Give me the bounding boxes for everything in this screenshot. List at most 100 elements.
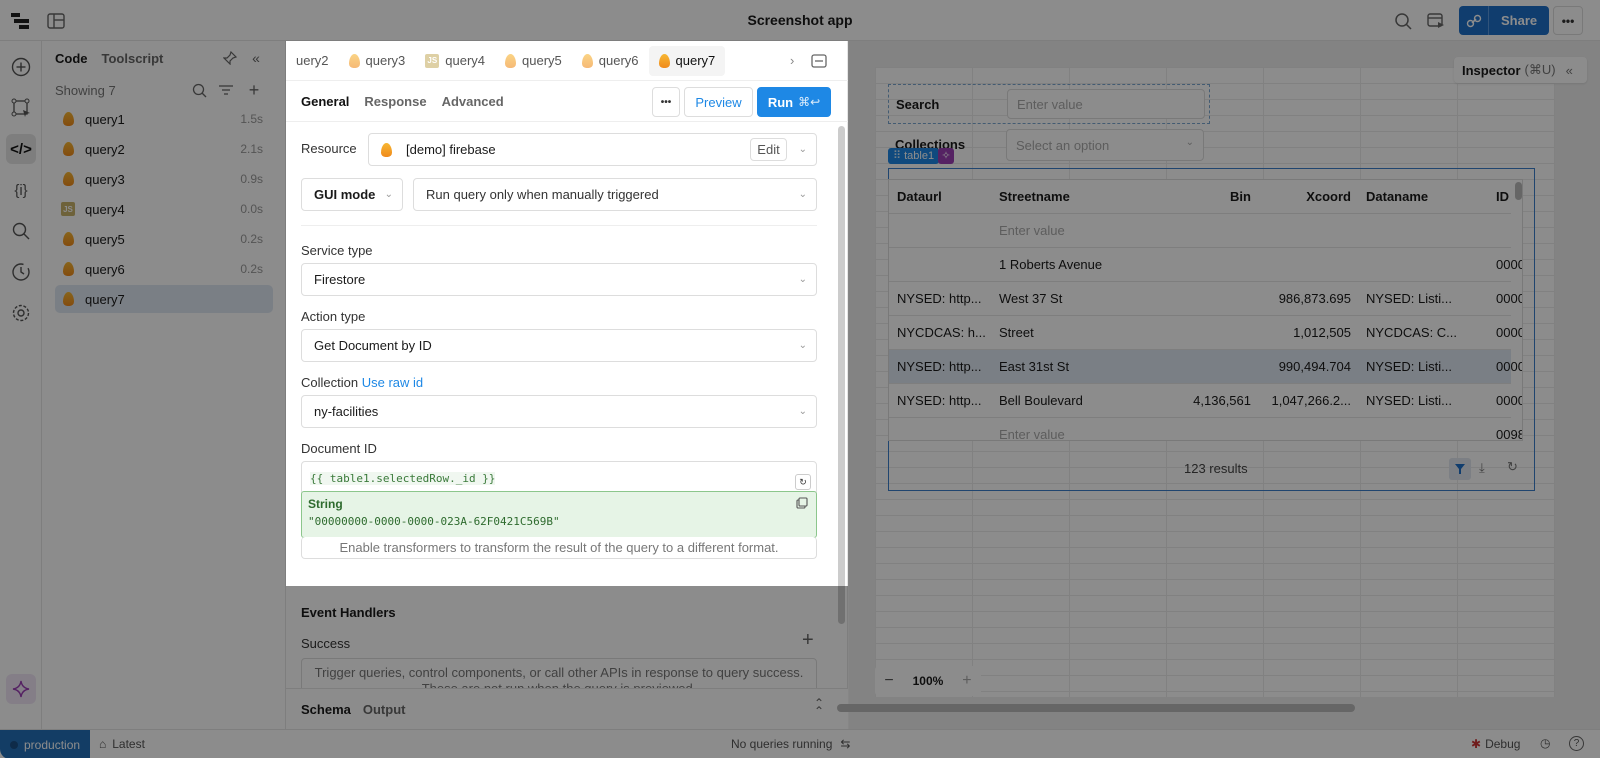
query-name: query4	[85, 201, 125, 217]
environment-badge[interactable]: production	[0, 730, 90, 758]
zoom-in-button[interactable]: +	[962, 672, 971, 690]
collapse-panel-icon[interactable]: «	[248, 49, 264, 67]
tab-general[interactable]: General	[301, 94, 349, 109]
query-list-item[interactable]: JS query4 0.0s	[55, 195, 273, 223]
filter-icon[interactable]	[218, 82, 234, 98]
query-tab[interactable]: query6	[572, 46, 649, 76]
share-button[interactable]: Share	[1489, 6, 1550, 35]
tab-advanced[interactable]: Advanced	[442, 94, 504, 109]
collections-select[interactable]: Select an option ⌄	[1006, 129, 1204, 161]
search-icon[interactable]	[6, 216, 36, 246]
column-header[interactable]: Streetname	[999, 180, 1149, 214]
query-list-item[interactable]: query1 1.5s	[55, 105, 273, 133]
add-success-handler-icon[interactable]: +	[802, 629, 814, 652]
sparkle-icon[interactable]	[6, 674, 36, 704]
debug-button[interactable]: ✱ Debug	[1471, 737, 1520, 751]
version-tag[interactable]: ⌂ Latest	[99, 737, 145, 751]
refresh-icon[interactable]: ↻	[1507, 459, 1518, 475]
state-icon[interactable]: {i}	[6, 175, 36, 205]
query-tab[interactable]: query7	[648, 45, 726, 76]
minimize-editor-icon[interactable]	[810, 52, 828, 70]
search-queries-icon[interactable]	[191, 82, 207, 98]
query-name: query5	[85, 231, 125, 247]
table-row[interactable]: NYSED: http... East 31st St 990,494.704 NYS…	[889, 350, 1522, 384]
query-tab[interactable]: query3	[339, 46, 416, 76]
query-tab[interactable]: JS query4	[415, 46, 495, 76]
expand-editor-icon[interactable]: ↻	[795, 474, 811, 490]
more-actions-button[interactable]: •••	[652, 87, 680, 117]
query-tab[interactable]: query5	[495, 46, 572, 76]
inspector-shortcut: (⌘U)	[1524, 62, 1556, 77]
use-raw-id-link[interactable]: Use raw id	[362, 375, 423, 390]
edit-resource-button[interactable]: Edit	[750, 138, 787, 161]
table-row[interactable]: NYSED: http... West 37 St 986,873.695 NYSED…	[889, 282, 1522, 316]
add-icon[interactable]	[6, 52, 36, 82]
firebase-icon	[62, 112, 74, 126]
query-tab[interactable]: uery2	[286, 46, 339, 76]
expand-panel-icon[interactable]: ⌃ ⌃	[814, 697, 824, 717]
firebase-icon	[348, 53, 360, 68]
tab-response[interactable]: Response	[364, 94, 426, 109]
table-row[interactable]: 1 Roberts Avenue 0000(	[889, 248, 1522, 282]
vertical-scrollbar[interactable]	[1515, 182, 1522, 200]
query-list-item[interactable]: query6 0.2s	[55, 255, 273, 283]
tab-toolscript[interactable]: Toolscript	[102, 51, 164, 66]
column-header[interactable]: Dataurl	[897, 180, 992, 214]
preview-button[interactable]: Preview	[684, 87, 753, 117]
collection-select[interactable]: ny-facilities ⌄	[301, 395, 817, 428]
query-list-item[interactable]: query3 0.9s	[55, 165, 273, 193]
copy-icon[interactable]	[796, 497, 808, 512]
inspector-toggle[interactable]: Inspector (⌘U) «	[1454, 57, 1587, 83]
retool-logo-icon[interactable]	[10, 11, 32, 31]
action-type-select[interactable]: Get Document by ID ⌄	[301, 329, 817, 362]
query-list-item[interactable]: query2 2.1s	[55, 135, 273, 163]
search-input[interactable]: Enter value	[1007, 89, 1205, 119]
add-query-icon[interactable]: +	[246, 80, 262, 100]
history-icon[interactable]	[6, 257, 36, 287]
column-header[interactable]: Bin	[1151, 180, 1251, 214]
filter-icon[interactable]	[1449, 458, 1471, 480]
transformer-hint-box: Enable transformers to transform the res…	[301, 537, 817, 559]
table-row[interactable]: Enter value	[889, 214, 1511, 248]
table-row[interactable]: NYSED: http... Bell Boulevard 4,136,561 1,0…	[889, 384, 1522, 418]
search-icon[interactable]	[1393, 11, 1413, 31]
table-cell	[1151, 418, 1251, 440]
table-row[interactable]: Enter value 0098(	[889, 418, 1522, 440]
canvas-horizontal-scrollbar[interactable]	[837, 704, 1355, 712]
tab-output[interactable]: Output	[363, 702, 406, 717]
resource-select[interactable]: [demo] firebase Edit ⌄	[368, 133, 817, 166]
select-component-icon[interactable]	[6, 93, 36, 123]
editor-scrollbar[interactable]	[838, 126, 845, 624]
run-button[interactable]: Run ⌘↩	[757, 87, 831, 117]
document-id-input[interactable]: {{ table1.selectedRow._id }} ↻	[301, 461, 817, 495]
chevron-down-icon: ⌄	[384, 189, 393, 200]
column-header[interactable]: Dataname	[1366, 180, 1461, 214]
query-list-item[interactable]: query5 0.2s	[55, 225, 273, 253]
toggle-sidebar-icon[interactable]	[46, 11, 66, 31]
service-type-select[interactable]: Firestore ⌄	[301, 263, 817, 296]
help-icon[interactable]: ?	[1569, 736, 1584, 751]
mode-select[interactable]: GUI mode ⌄	[301, 178, 403, 211]
column-header[interactable]: Xcoord	[1251, 180, 1351, 214]
trigger-select[interactable]: Run query only when manually triggered ⌄	[413, 178, 817, 211]
settings-icon[interactable]	[6, 298, 36, 328]
tab-code[interactable]: Code	[55, 51, 88, 66]
pin-icon[interactable]	[222, 50, 238, 66]
copy-link-button[interactable]	[1459, 6, 1489, 35]
code-icon[interactable]: </>	[6, 134, 36, 164]
bottom-tabs: Schema Output ⌃ ⌃	[286, 688, 848, 729]
tab-schema[interactable]: Schema	[301, 702, 351, 717]
collections-placeholder: Select an option	[1016, 138, 1110, 153]
ai-assist-icon[interactable]: ✧	[938, 148, 954, 164]
download-icon[interactable]: ⤓	[1479, 460, 1485, 476]
more-options-button[interactable]: •••	[1553, 6, 1583, 35]
history-icon[interactable]: ◷	[1540, 736, 1550, 750]
table-cell: West 37 St	[999, 291, 1063, 306]
table-tag[interactable]: ⠿ table1	[888, 148, 940, 164]
table-row[interactable]: NYCDCAS: h... Street 1,012,505 NYCDCAS: C..…	[889, 316, 1522, 350]
query-list-item[interactable]: query7	[55, 285, 273, 313]
preview-app-icon[interactable]	[1426, 11, 1446, 31]
scroll-tabs-right-icon[interactable]: ›	[790, 53, 794, 68]
js-icon: JS	[61, 202, 75, 216]
zoom-out-button[interactable]: −	[884, 672, 893, 690]
